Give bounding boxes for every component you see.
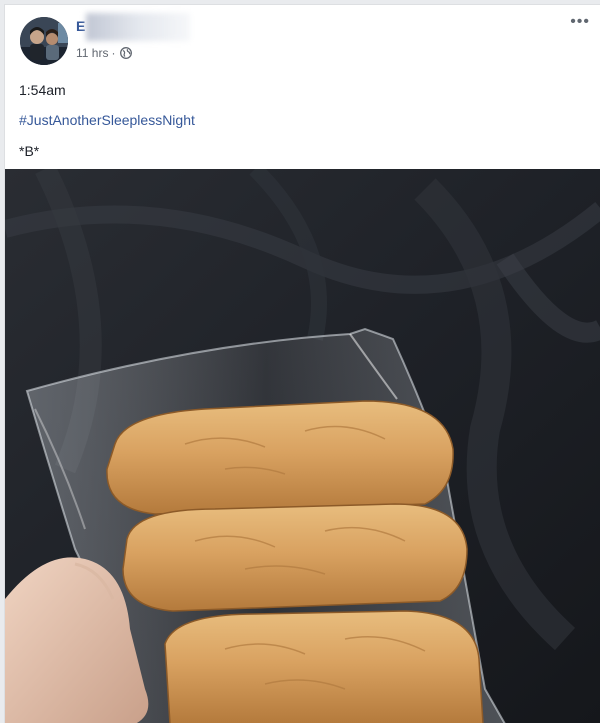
redacted-name-blur — [86, 13, 190, 41]
post-meta: 11 hrs · — [76, 46, 133, 60]
avatar[interactable] — [20, 17, 68, 65]
hashtag-link[interactable]: #JustAnotherSleeplessNight — [19, 112, 195, 128]
post-photo[interactable] — [5, 163, 600, 723]
facebook-post: E 11 hrs · ••• 1:54am #JustAnotherSleepl… — [4, 4, 600, 723]
post-text-signature: *B* — [19, 143, 40, 159]
post-header: E 11 hrs · ••• — [5, 5, 600, 67]
meta-separator: · — [111, 46, 116, 60]
post-text-time: 1:54am — [19, 82, 66, 98]
post-timestamp[interactable]: 11 hrs — [76, 46, 108, 60]
more-options-icon[interactable]: ••• — [570, 14, 590, 30]
globe-icon[interactable] — [120, 47, 133, 59]
author-name[interactable]: E — [76, 18, 85, 34]
